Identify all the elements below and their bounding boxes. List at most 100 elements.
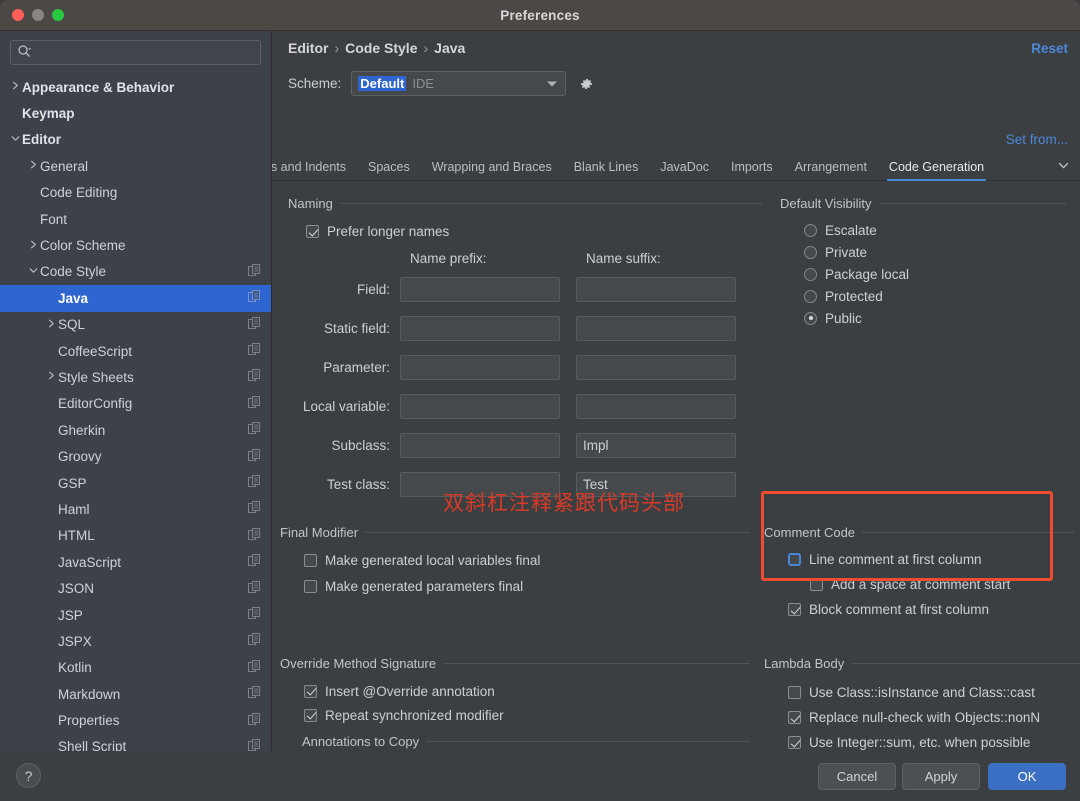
- search-box[interactable]: [10, 40, 261, 65]
- sidebar-item-appearance-behavior[interactable]: Appearance & Behavior: [0, 74, 271, 100]
- scheme-copy-icon[interactable]: [248, 263, 261, 280]
- comment-code-option-add-a-space-at-comment-start[interactable]: Add a space at comment start: [810, 572, 1074, 597]
- checkbox[interactable]: [304, 553, 317, 567]
- sidebar-item-editorconfig[interactable]: EditorConfig: [0, 391, 271, 417]
- reset-link[interactable]: Reset: [1031, 41, 1068, 56]
- radio-button[interactable]: [804, 289, 817, 303]
- checkbox[interactable]: [788, 686, 801, 699]
- override-method-options[interactable]: Insert @Override annotation Repeat synchr…: [304, 679, 750, 727]
- sidebar-item-markdown[interactable]: Markdown: [0, 681, 271, 707]
- settings-sidebar[interactable]: Appearance & Behavior Keymap Editor General…: [0, 31, 272, 751]
- sidebar-item-editor[interactable]: Editor: [0, 127, 271, 153]
- sidebar-item-color-scheme[interactable]: Color Scheme: [0, 232, 271, 258]
- apply-button[interactable]: Apply: [902, 763, 980, 790]
- scheme-copy-icon[interactable]: [248, 475, 261, 491]
- sidebar-item-groovy[interactable]: Groovy: [0, 443, 271, 469]
- visibility-option-protected[interactable]: Protected: [804, 285, 1066, 307]
- sidebar-item-sql[interactable]: SQL: [0, 312, 271, 338]
- radio-button[interactable]: [804, 223, 817, 237]
- sidebar-item-jsp[interactable]: JSP: [0, 602, 271, 628]
- lambda-option-use-class-isinstance-and-class-cast[interactable]: Use Class::isInstance and Class::cast: [788, 680, 1080, 705]
- help-button[interactable]: ?: [16, 763, 41, 788]
- sidebar-item-gherkin[interactable]: Gherkin: [0, 417, 271, 443]
- name-prefix-input[interactable]: [400, 277, 560, 302]
- checkbox[interactable]: [810, 578, 823, 591]
- checkbox[interactable]: [788, 553, 801, 566]
- breadcrumb-item[interactable]: Java: [434, 40, 465, 56]
- scheme-copy-icon[interactable]: [248, 554, 261, 570]
- scheme-copy-icon[interactable]: [248, 422, 261, 438]
- chevron-right-icon[interactable]: [26, 160, 40, 172]
- comment-code-option-block-comment-at-first-column[interactable]: Block comment at first column: [788, 597, 1074, 622]
- sidebar-item-javascript[interactable]: JavaScript: [0, 549, 271, 575]
- chevron-down-icon[interactable]: [8, 134, 22, 146]
- name-suffix-input[interactable]: [576, 277, 736, 302]
- tab-bar[interactable]: bs and Indents Spaces Wrapping and Braces B…: [272, 153, 1080, 181]
- name-prefix-input[interactable]: [400, 316, 560, 341]
- sidebar-item-coffeescript[interactable]: CoffeeScript: [0, 338, 271, 364]
- default-visibility-options[interactable]: Escalate Private Package local Protected Pub…: [804, 219, 1066, 329]
- scheme-copy-icon[interactable]: [248, 343, 261, 359]
- ok-button[interactable]: OK: [988, 763, 1066, 790]
- chevron-right-icon[interactable]: [8, 81, 22, 93]
- visibility-option-public[interactable]: Public: [804, 307, 1066, 329]
- scheme-copy-icon[interactable]: [248, 501, 261, 517]
- sidebar-item-code-style[interactable]: Code Style: [0, 259, 271, 285]
- checkbox[interactable]: [304, 708, 317, 722]
- settings-tree[interactable]: Appearance & Behavior Keymap Editor General…: [0, 71, 271, 751]
- radio-button[interactable]: [804, 267, 817, 281]
- radio-button[interactable]: [804, 245, 817, 259]
- gear-icon[interactable]: [576, 74, 596, 94]
- name-prefix-input[interactable]: [400, 394, 560, 419]
- visibility-option-escalate[interactable]: Escalate: [804, 219, 1066, 241]
- sidebar-item-html[interactable]: HTML: [0, 523, 271, 549]
- sidebar-item-code-editing[interactable]: Code Editing: [0, 180, 271, 206]
- tab-spaces[interactable]: Spaces: [357, 160, 421, 180]
- sidebar-item-haml[interactable]: Haml: [0, 496, 271, 522]
- scheme-copy-icon[interactable]: [248, 712, 261, 729]
- final-modifier-options[interactable]: Make generated local variables final Make…: [304, 547, 750, 599]
- chevron-right-icon[interactable]: [44, 371, 58, 383]
- tab-wrapping-and-braces[interactable]: Wrapping and Braces: [421, 160, 563, 180]
- checkbox[interactable]: [304, 684, 317, 698]
- checkbox[interactable]: [788, 711, 801, 724]
- checkbox[interactable]: [788, 603, 801, 616]
- prefer-longer-names-checkbox[interactable]: [306, 225, 319, 238]
- chevron-right-icon[interactable]: [44, 319, 58, 331]
- prefer-longer-names-row[interactable]: Prefer longer names: [306, 220, 762, 243]
- checkbox[interactable]: [788, 736, 801, 749]
- name-prefix-input[interactable]: [400, 433, 560, 458]
- set-from-link[interactable]: Set from...: [1006, 132, 1068, 147]
- chevron-right-icon[interactable]: [26, 240, 40, 252]
- scheme-copy-icon[interactable]: [248, 395, 261, 412]
- tab-javadoc[interactable]: JavaDoc: [649, 160, 720, 180]
- visibility-option-package-local[interactable]: Package local: [804, 263, 1066, 285]
- scheme-copy-icon[interactable]: [248, 369, 261, 385]
- scheme-copy-icon[interactable]: [248, 633, 261, 649]
- scheme-copy-icon[interactable]: [248, 659, 261, 676]
- sidebar-item-gsp[interactable]: GSP: [0, 470, 271, 496]
- name-prefix-input[interactable]: [400, 355, 560, 380]
- scheme-copy-icon[interactable]: [248, 580, 261, 597]
- override-option-insert-override-annotation[interactable]: Insert @Override annotation: [304, 679, 750, 703]
- comment-code-option-line-comment-at-first-column[interactable]: Line comment at first column: [788, 547, 1074, 572]
- sidebar-item-keymap[interactable]: Keymap: [0, 100, 271, 126]
- scheme-copy-icon[interactable]: [248, 448, 261, 465]
- scheme-copy-icon[interactable]: [248, 607, 261, 623]
- final-modifier-option-make-generated-parameters-final[interactable]: Make generated parameters final: [304, 573, 750, 599]
- radio-button[interactable]: [804, 311, 817, 325]
- sidebar-item-kotlin[interactable]: Kotlin: [0, 655, 271, 681]
- tab-code-generation[interactable]: Code Generation: [878, 160, 995, 181]
- breadcrumb-item[interactable]: Editor: [288, 40, 328, 56]
- tab-arrangement[interactable]: Arrangement: [784, 160, 878, 180]
- lambda-body-options[interactable]: Use Class::isInstance and Class::cast Rep…: [788, 680, 1080, 751]
- name-suffix-input[interactable]: Impl: [576, 433, 736, 458]
- scheme-copy-icon[interactable]: [248, 316, 261, 333]
- name-suffix-input[interactable]: [576, 316, 736, 341]
- comment-code-options[interactable]: Line comment at first column Add a space …: [788, 547, 1074, 622]
- scheme-select[interactable]: Default IDE: [351, 71, 567, 96]
- sidebar-item-java[interactable]: Java: [0, 285, 271, 312]
- visibility-option-private[interactable]: Private: [804, 241, 1066, 263]
- override-option-repeat-synchronized-modifier[interactable]: Repeat synchronized modifier: [304, 703, 750, 727]
- tab-blank-lines[interactable]: Blank Lines: [563, 160, 650, 180]
